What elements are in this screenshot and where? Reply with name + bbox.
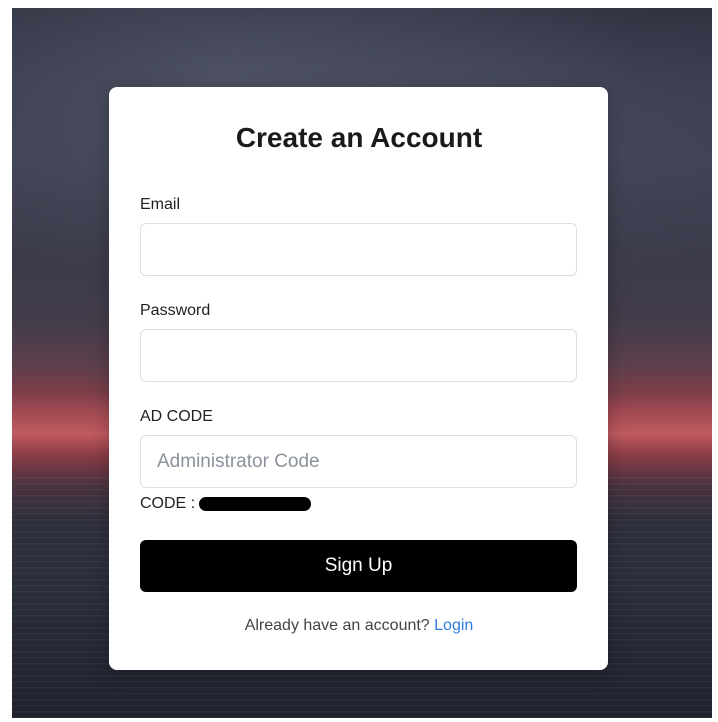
redacted-code (199, 497, 312, 511)
sign-up-button[interactable]: Sign Up (140, 540, 577, 592)
code-hint: CODE : (140, 495, 312, 513)
password-input[interactable] (140, 329, 577, 382)
adcode-label: AD CODE (140, 408, 213, 425)
code-prefix: CODE : (140, 495, 196, 512)
login-prompt-text: Already have an account? (244, 617, 430, 634)
adcode-input[interactable] (140, 435, 577, 488)
login-prompt: Already have an account? Login (0, 617, 718, 635)
page-title: Create an Account (235, 122, 483, 153)
password-label: Password (140, 302, 211, 319)
email-label: Email (140, 196, 181, 213)
email-input[interactable] (140, 223, 577, 276)
login-link[interactable]: Login (434, 617, 473, 634)
